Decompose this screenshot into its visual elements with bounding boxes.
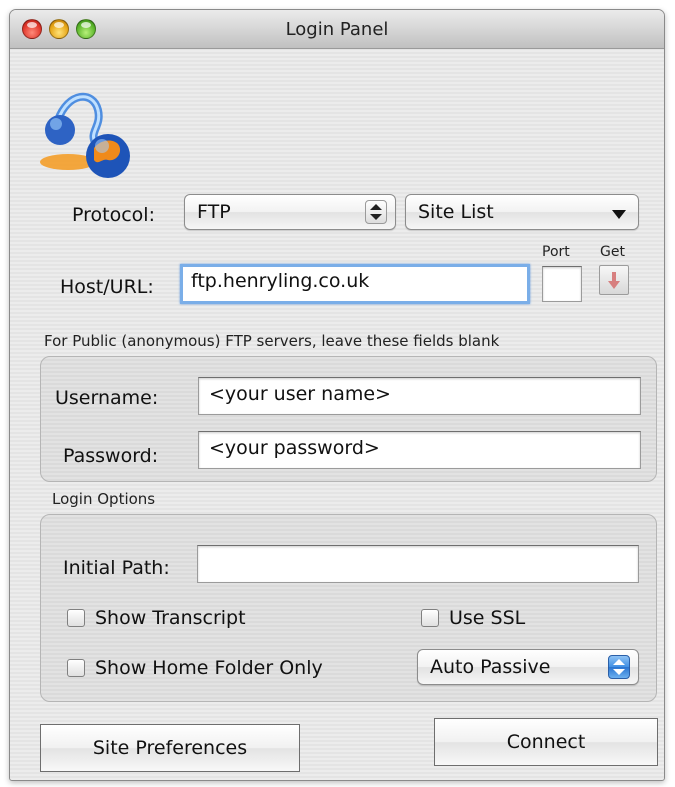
use-ssl-label: Use SSL xyxy=(449,607,526,629)
show-home-folder-only-checkbox[interactable]: Show Home Folder Only xyxy=(67,657,323,679)
download-arrow-icon xyxy=(608,272,620,289)
protocol-label: Protocol: xyxy=(72,204,155,226)
host-url-label: Host/URL: xyxy=(60,276,154,298)
show-transcript-label: Show Transcript xyxy=(95,607,246,629)
port-input[interactable] xyxy=(542,266,582,302)
checkbox-box[interactable] xyxy=(67,609,85,627)
checkbox-box[interactable] xyxy=(421,609,439,627)
anonymous-hint: For Public (anonymous) FTP servers, leav… xyxy=(44,332,500,350)
password-input[interactable]: <your password> xyxy=(198,431,641,469)
initial-path-input[interactable] xyxy=(197,545,639,583)
use-ssl-checkbox[interactable]: Use SSL xyxy=(421,607,525,629)
username-input[interactable]: <your user name> xyxy=(198,377,641,415)
port-label: Port xyxy=(542,244,570,260)
site-list-dropdown[interactable]: Site List xyxy=(405,194,639,230)
protocol-popup[interactable]: FTP xyxy=(184,194,396,230)
password-label: Password: xyxy=(63,445,159,467)
connect-button[interactable]: Connect xyxy=(434,718,658,766)
passive-mode-popup[interactable]: Auto Passive xyxy=(417,649,639,685)
up-down-arrows-icon xyxy=(608,655,630,679)
globe-network-icon xyxy=(40,92,130,178)
host-url-input[interactable]: ftp.henryling.co.uk xyxy=(180,264,530,304)
username-label: Username: xyxy=(55,387,159,409)
arrow-stem xyxy=(612,272,616,282)
icon-globe-shine xyxy=(95,139,109,153)
credentials-group: Username: <your user name> Password: <yo… xyxy=(40,356,657,482)
login-panel-window: Login Panel Protocol: FTP Site List Port… xyxy=(9,9,665,781)
get-label: Get xyxy=(600,244,625,260)
checkbox-box[interactable] xyxy=(67,659,85,677)
site-list-value: Site List xyxy=(418,201,494,223)
window-title: Login Panel xyxy=(285,19,389,40)
login-options-label: Login Options xyxy=(52,490,156,508)
icon-small-globe-shine xyxy=(50,118,62,130)
passive-mode-value: Auto Passive xyxy=(430,656,551,678)
arrow-head xyxy=(608,281,620,289)
up-down-arrows-icon xyxy=(365,200,387,224)
show-home-folder-only-label: Show Home Folder Only xyxy=(95,657,323,679)
title-bar[interactable]: Login Panel xyxy=(10,10,664,49)
site-preferences-button[interactable]: Site Preferences xyxy=(40,724,300,772)
initial-path-label: Initial Path: xyxy=(63,557,170,579)
login-options-group: Initial Path: Show Transcript Use SSL Sh… xyxy=(40,514,657,702)
get-button[interactable] xyxy=(599,265,629,295)
chevron-down-icon xyxy=(612,210,626,219)
show-transcript-checkbox[interactable]: Show Transcript xyxy=(67,607,246,629)
protocol-value: FTP xyxy=(197,201,231,223)
icon-small-globe xyxy=(45,115,75,145)
